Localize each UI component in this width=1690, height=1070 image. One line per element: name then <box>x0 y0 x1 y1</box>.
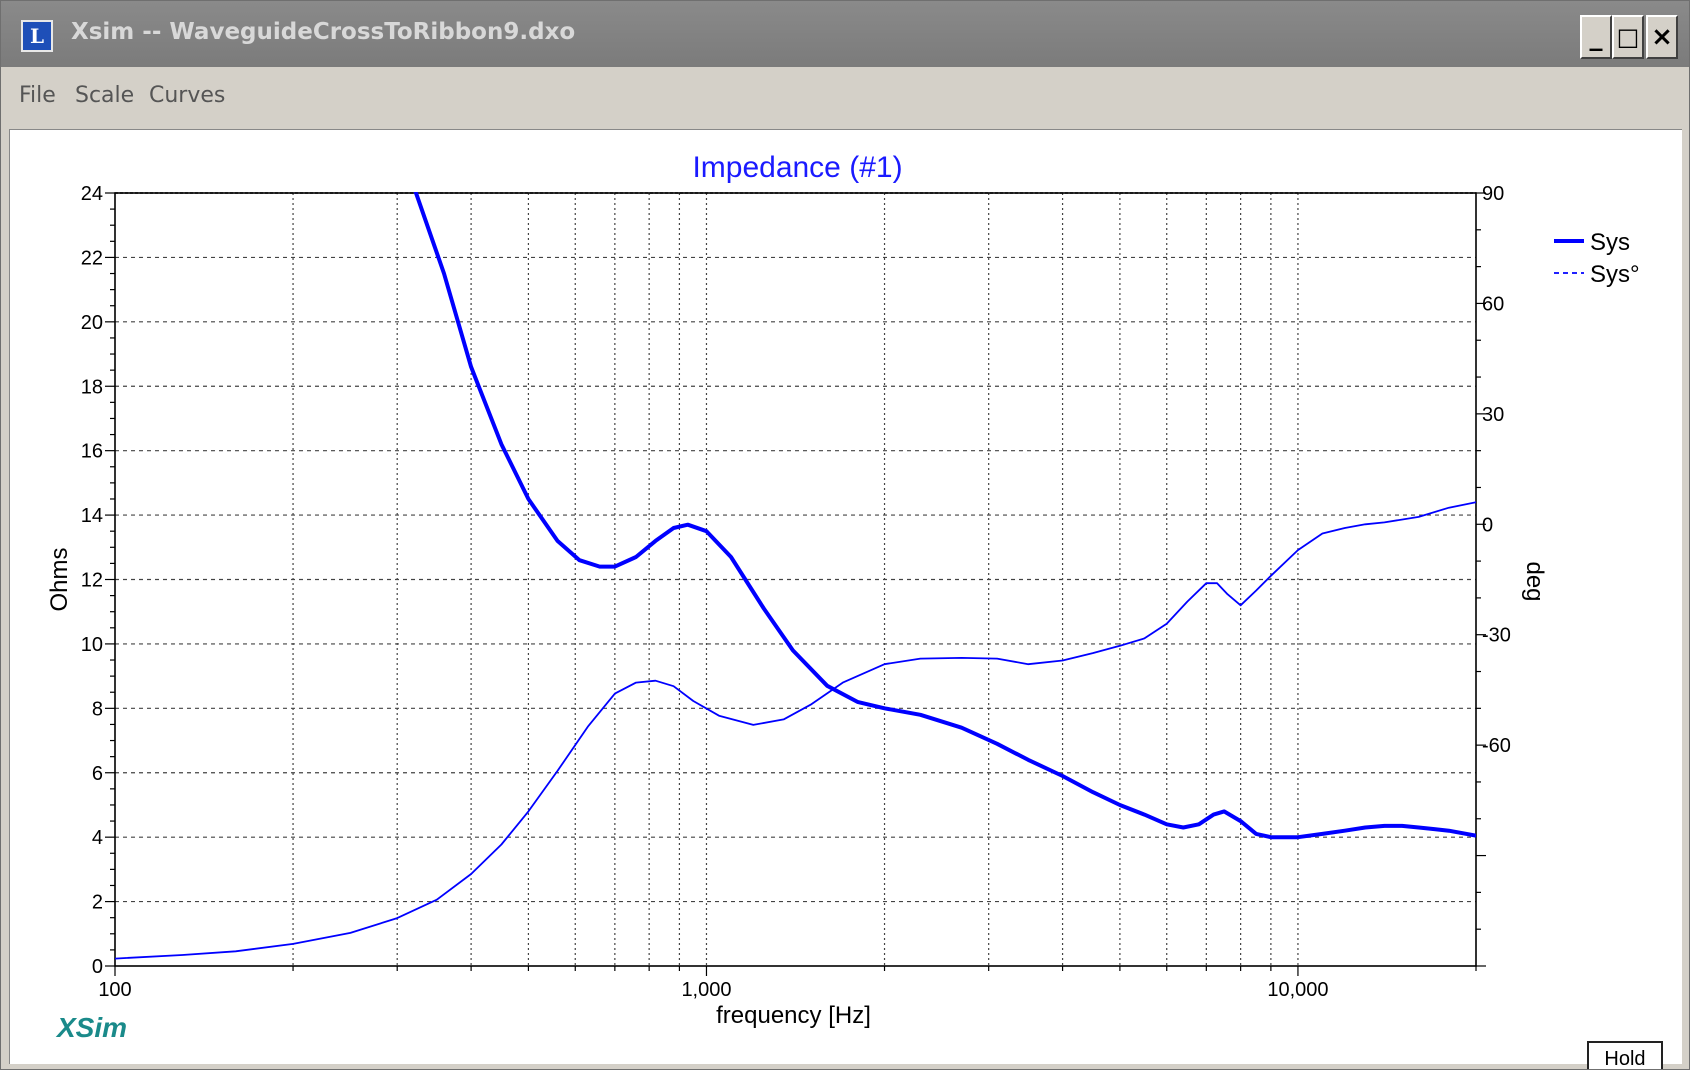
y-tick-label: 22 <box>81 247 103 269</box>
y2-tick-label: 90 <box>1482 183 1504 205</box>
y-tick-label: 10 <box>81 634 103 656</box>
y2-axis-label: deg <box>1521 561 1548 601</box>
y-tick-label: 12 <box>81 570 103 592</box>
y-axis-label: Ohms <box>46 547 73 611</box>
y2-tick-label: -30 <box>1482 625 1511 647</box>
legend-label-sys-phase: Sys° <box>1590 261 1640 288</box>
hold-button[interactable]: Hold <box>1587 1041 1663 1069</box>
y2-tick-label: 30 <box>1482 404 1504 426</box>
y-tick-label: 4 <box>92 827 103 849</box>
y-tick-label: 0 <box>92 956 103 978</box>
y-tick-label: 24 <box>81 183 103 205</box>
y2-tick-label: 60 <box>1482 293 1504 315</box>
y-tick-label: 8 <box>92 698 103 720</box>
x-tick-label: 1,000 <box>681 979 731 1001</box>
impedance-chart: 024681012141618202224 9060300-30-60100 1,0… <box>46 151 1640 1043</box>
y-tick-label: 14 <box>81 505 103 527</box>
x-tick-label: 100 <box>98 979 131 1001</box>
legend-label-sys: Sys <box>1590 229 1630 256</box>
y-tick-label: 20 <box>81 312 103 334</box>
app-window: L Xsim -- WaveguideCrossToRibbon9.dxo _ … <box>0 0 1690 1070</box>
xsim-watermark: XSim <box>55 1012 127 1043</box>
series-line-sys <box>413 192 1476 840</box>
y-tick-label: 6 <box>92 763 103 785</box>
y2-tick-label: -60 <box>1482 735 1511 757</box>
chart-title: Impedance (#1) <box>692 151 902 184</box>
y-tick-label: 16 <box>81 441 103 463</box>
y2-tick-label: 0 <box>1482 514 1493 536</box>
y-tick-label: 2 <box>92 892 103 914</box>
y-tick-label: 18 <box>81 376 103 398</box>
x-axis-label: frequency [Hz] <box>716 1002 871 1029</box>
x-tick-label: 10,000 <box>1267 979 1328 1001</box>
series-line-sys-phase <box>115 501 1476 960</box>
